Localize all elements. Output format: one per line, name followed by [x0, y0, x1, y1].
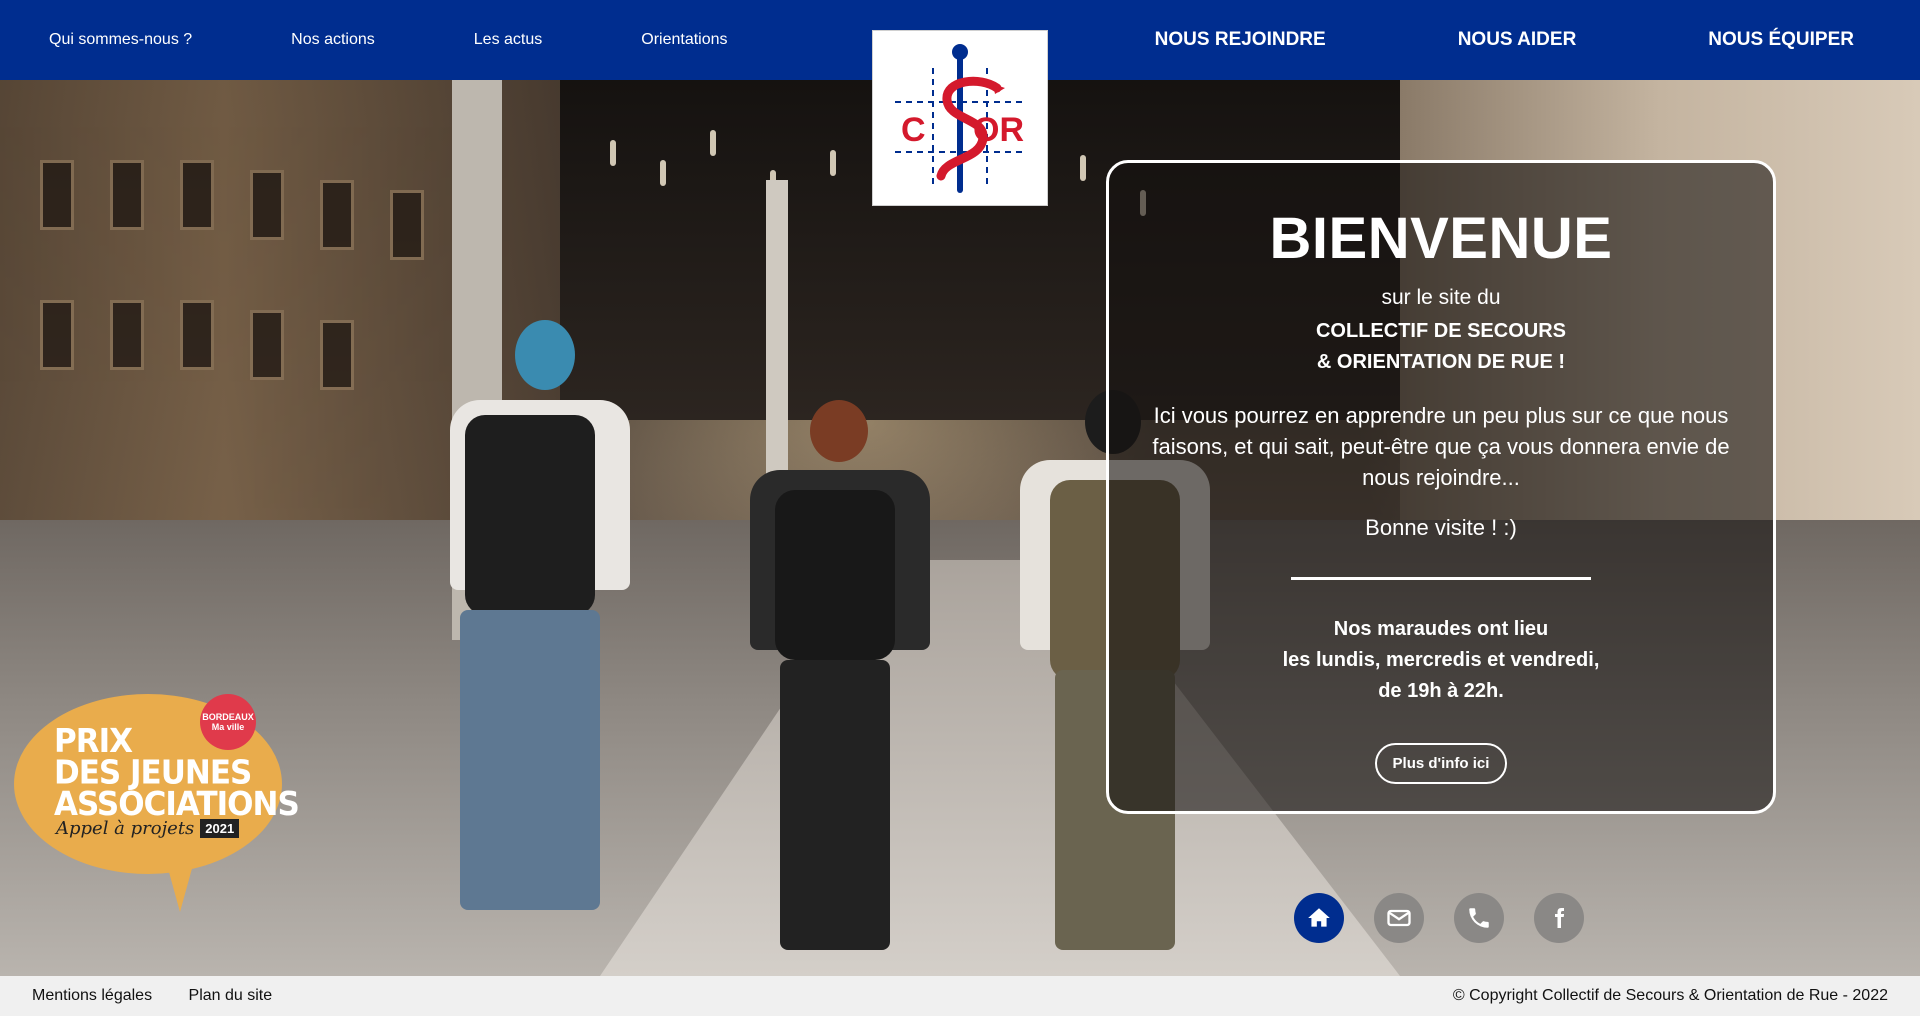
- footer-link-sitemap[interactable]: Plan du site: [189, 987, 273, 1004]
- schedule-line1: Nos maraudes ont lieu: [1333, 618, 1549, 640]
- nav-link-help[interactable]: NOUS AIDER: [1458, 29, 1577, 51]
- award-badge[interactable]: PRIX DES JEUNES ASSOCIATIONS Appel à pro…: [14, 694, 300, 924]
- badge-tail: [164, 854, 196, 912]
- welcome-farewell: Bonne visite ! :): [1365, 515, 1517, 540]
- cta-nav: NOUS REJOINDRE NOUS AIDER NOUS ÉQUIPER: [1023, 0, 1854, 80]
- more-info-button[interactable]: Plus d'info ici: [1374, 743, 1508, 784]
- welcome-intro: Ici vous pourrez en apprendre un peu plu…: [1152, 403, 1730, 490]
- bordeaux-seal: BORDEAUX Ma ville: [200, 694, 256, 750]
- volunteer-figure: [410, 320, 640, 940]
- nav-link-orientations[interactable]: Orientations: [641, 31, 727, 49]
- award-line2: DES JEUNES: [54, 754, 252, 792]
- primary-nav: Qui sommes-nous ? Nos actions Les actus …: [49, 0, 827, 80]
- seal-line1: BORDEAUX: [202, 712, 254, 722]
- nav-link-equip[interactable]: NOUS ÉQUIPER: [1708, 29, 1854, 51]
- nav-link-news[interactable]: Les actus: [474, 31, 542, 49]
- footer-link-legal[interactable]: Mentions légales: [32, 987, 152, 1004]
- site-logo[interactable]: C OR: [872, 30, 1048, 206]
- svg-text:OR: OR: [973, 111, 1024, 149]
- award-subline: Appel à projets 2021: [56, 818, 240, 839]
- org-name: COLLECTIF DE SECOURS & ORIENTATION DE RU…: [1109, 316, 1773, 378]
- schedule-info: Nos maraudes ont lieu les lundis, mercre…: [1109, 614, 1773, 707]
- volunteer-figure: [740, 400, 940, 960]
- award-year: 2021: [200, 819, 240, 838]
- copyright-text: © Copyright Collectif de Secours & Orien…: [1452, 987, 1888, 1004]
- svg-text:C: C: [901, 111, 926, 149]
- nav-link-actions[interactable]: Nos actions: [291, 31, 375, 49]
- schedule-line3: de 19h à 22h.: [1378, 680, 1504, 702]
- welcome-panel: BIENVENUE sur le site du COLLECTIF DE SE…: [1106, 160, 1776, 814]
- phone-icon[interactable]: [1454, 893, 1504, 943]
- nav-link-join[interactable]: NOUS REJOINDRE: [1155, 29, 1326, 51]
- org-name-line2: & ORIENTATION DE RUE !: [1316, 351, 1566, 373]
- award-title: PRIX DES JEUNES ASSOCIATIONS: [54, 722, 300, 824]
- social-links: [1294, 893, 1584, 943]
- footer-links: Mentions légales Plan du site: [0, 987, 272, 1005]
- welcome-title: BIENVENUE: [1269, 206, 1613, 271]
- schedule-line2: les lundis, mercredis et vendredi,: [1282, 649, 1600, 671]
- csor-logo-icon: C OR: [895, 44, 1025, 193]
- divider: [1291, 577, 1591, 580]
- mail-icon[interactable]: [1374, 893, 1424, 943]
- seal-line2: Ma ville: [211, 722, 245, 732]
- home-icon[interactable]: [1294, 893, 1344, 943]
- site-footer: Mentions légales Plan du site © Copyrigh…: [0, 976, 1920, 1016]
- nav-link-about[interactable]: Qui sommes-nous ?: [49, 31, 192, 49]
- facebook-icon[interactable]: [1534, 893, 1584, 943]
- award-line1: PRIX: [54, 722, 133, 761]
- award-script: Appel à projets: [56, 818, 195, 839]
- welcome-subtitle: sur le site du: [1381, 286, 1501, 309]
- award-line3: ASSOCIATIONS: [54, 785, 300, 824]
- org-name-line1: COLLECTIF DE SECOURS: [1315, 320, 1566, 342]
